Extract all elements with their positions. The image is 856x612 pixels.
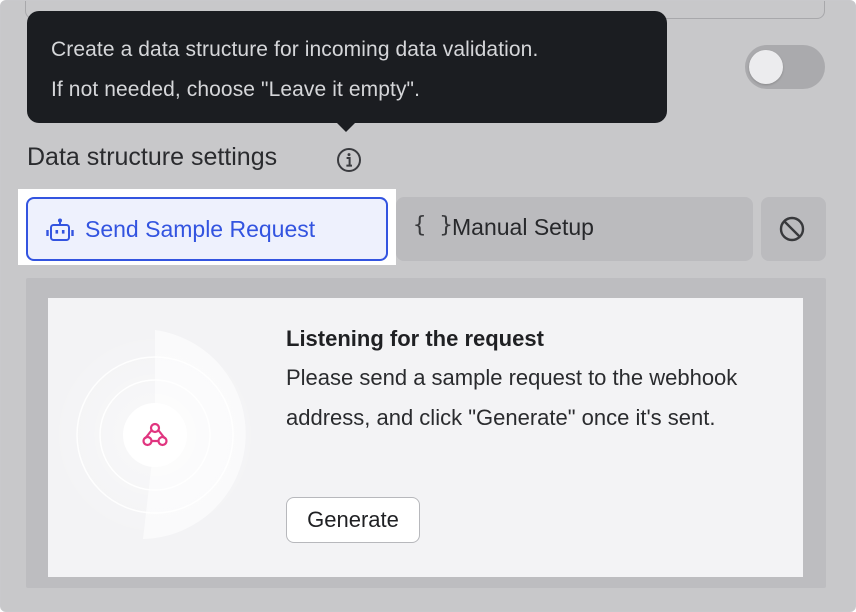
listening-card: Listening for the request Please send a … [48,298,803,577]
toggle-knob [749,50,783,84]
listening-title: Listening for the request [286,326,544,351]
leave-empty-button[interactable] [761,197,826,261]
send-sample-request-label: Send Sample Request [85,216,316,242]
tooltip-line-1: Create a data structure for incoming dat… [51,38,539,61]
webhook-settings-panel: Data structure settings Send Sample Requ… [0,0,856,612]
listening-radar-graphic [50,330,260,540]
prohibit-icon [779,216,805,242]
manual-setup-label: Manual Setup [452,214,594,240]
send-sample-request-button[interactable]: Send Sample Request [26,197,388,261]
tooltip-line-2: If not needed, choose "Leave it empty". [51,78,421,101]
info-icon[interactable] [335,146,363,174]
data-structure-toggle[interactable] [745,45,825,89]
robot-icon [46,218,74,241]
generate-button[interactable]: Generate [286,497,420,543]
listening-text: Listening for the request Please send a … [286,326,786,438]
section-title: Data structure settings [27,143,278,171]
manual-setup-button[interactable]: { } Manual Setup [396,197,753,261]
braces-icon: { } [413,213,453,238]
tooltip-arrow [336,122,356,132]
listening-description: Please send a sample request to the webh… [286,365,738,430]
help-tooltip: Create a data structure for incoming dat… [27,11,667,123]
